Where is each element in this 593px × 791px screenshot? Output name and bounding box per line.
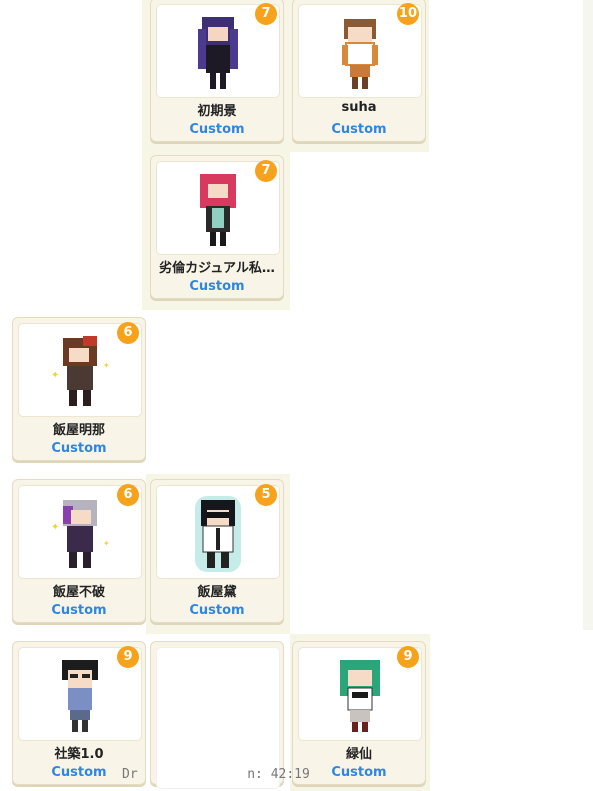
count-badge: 6	[117, 322, 139, 344]
character-brown-red-hair-icon: ✦ ✦	[51, 336, 110, 406]
character-name: 緑仙	[345, 747, 372, 762]
scrollbar[interactable]	[583, 0, 593, 630]
character-card[interactable]: ✦ ✦ 6 飯屋不破 Custom	[12, 479, 146, 623]
character-card[interactable]: 10 suha Custom	[292, 0, 426, 142]
character-name: 劣倫カジュアル私…	[159, 261, 275, 276]
count-badge: 7	[255, 3, 277, 25]
character-card[interactable]: 7 劣倫カジュアル私… Custom	[150, 155, 284, 299]
svg-text:✦: ✦	[51, 370, 59, 381]
character-card[interactable]: 5 飯屋黛 Custom	[150, 479, 284, 623]
character-green-hair-icon	[340, 660, 380, 732]
character-name: suha	[341, 100, 377, 115]
character-silver-purple-hair-icon: ✦ ✦	[51, 500, 110, 568]
count-badge: 7	[255, 160, 277, 182]
character-card[interactable]: 9 緑仙 Custom	[292, 641, 426, 785]
character-card-empty[interactable]	[150, 641, 284, 789]
svg-text:✦: ✦	[103, 539, 110, 548]
character-type: Custom	[51, 441, 107, 456]
character-type: Custom	[51, 603, 107, 618]
character-pink-hair-icon	[200, 174, 236, 246]
status-overlay-text: Dr n: 42:19	[122, 767, 310, 782]
character-card[interactable]: 9 社築1.0 Custom	[12, 641, 146, 785]
character-name: 飯屋不破	[52, 585, 105, 600]
character-name: 社築1.0	[54, 747, 104, 762]
count-badge: 9	[117, 646, 139, 668]
character-brown-hair-icon	[342, 19, 378, 89]
character-card[interactable]: 7 初期景 Custom	[150, 0, 284, 142]
character-name: 飯屋明那	[52, 423, 105, 438]
character-sunglasses-icon	[195, 496, 241, 572]
character-name: 初期景	[197, 104, 237, 119]
svg-text:✦: ✦	[103, 361, 110, 370]
count-badge: 5	[255, 484, 277, 506]
character-black-hair-icon	[62, 660, 98, 732]
character-type: Custom	[331, 122, 387, 137]
svg-text:✦: ✦	[51, 522, 59, 533]
character-type: Custom	[331, 765, 387, 780]
count-badge: 10	[396, 3, 419, 25]
character-type: Custom	[189, 279, 245, 294]
character-purple-hair-icon	[198, 17, 238, 89]
character-name: 飯屋黛	[197, 585, 237, 600]
character-type: Custom	[189, 122, 245, 137]
count-badge: 9	[397, 646, 419, 668]
character-type: Custom	[189, 603, 245, 618]
character-card[interactable]: ✦ ✦ 6 飯屋明那 Custom	[12, 317, 146, 461]
count-badge: 6	[117, 484, 139, 506]
